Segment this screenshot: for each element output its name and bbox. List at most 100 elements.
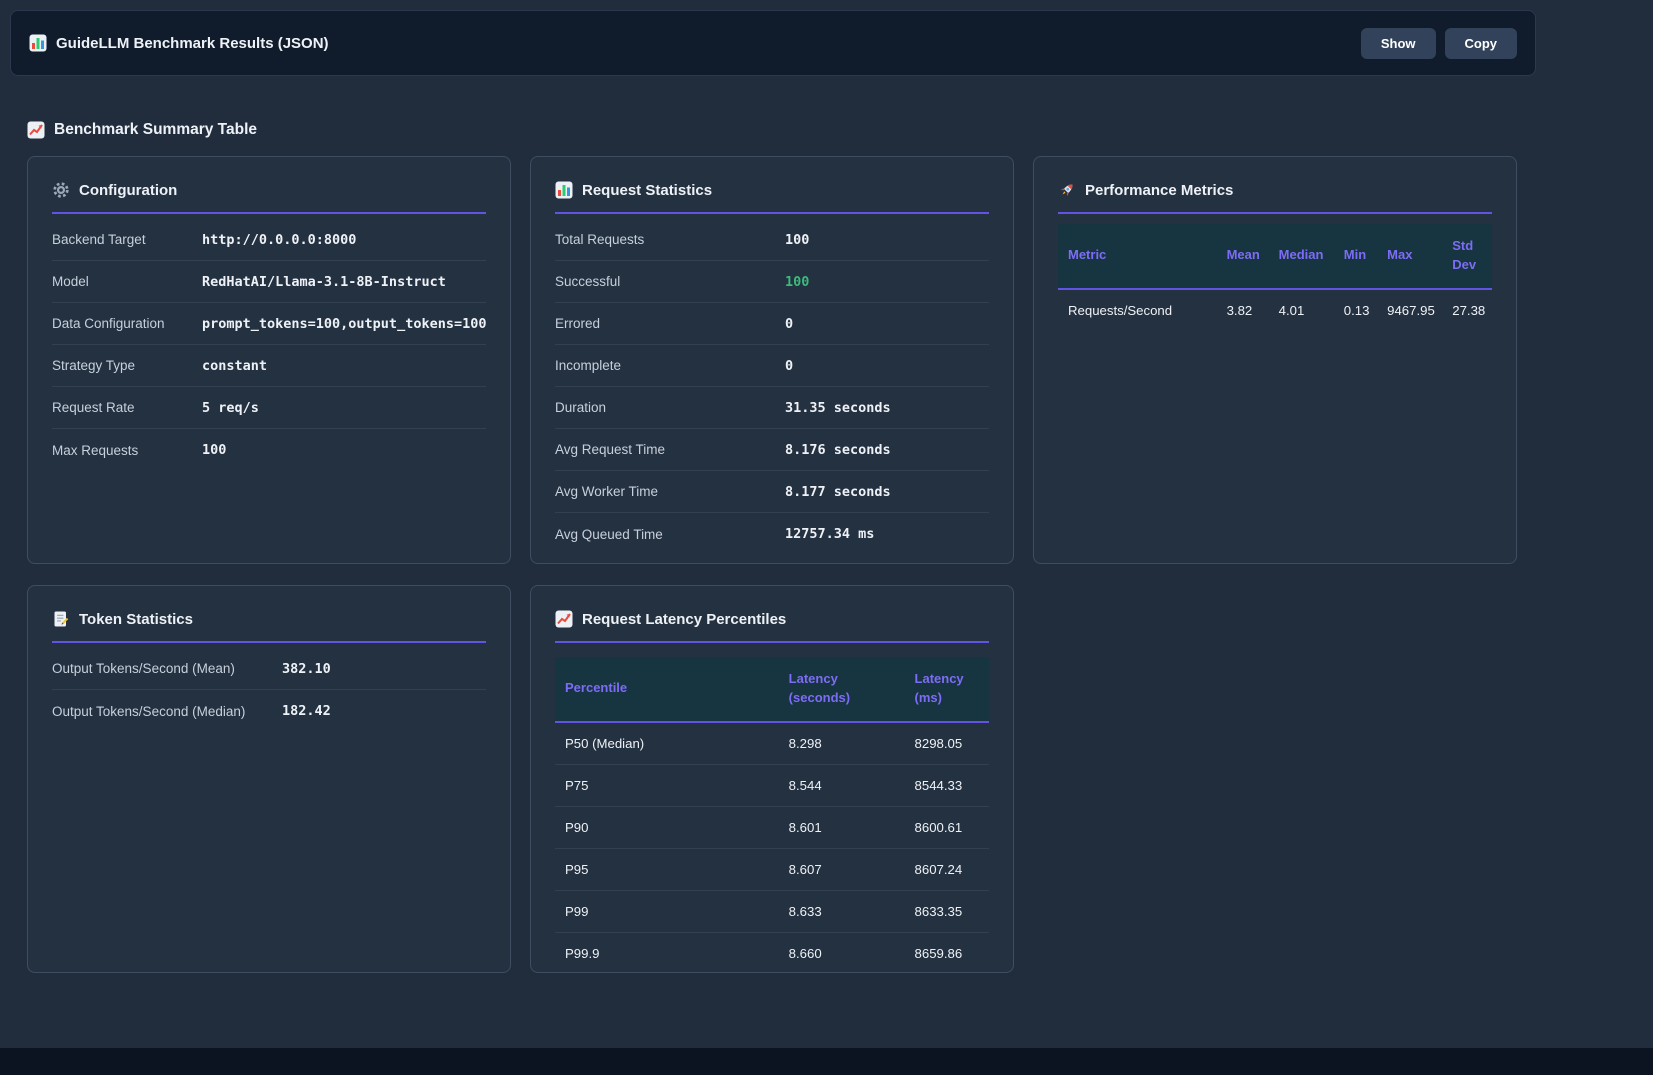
stat-row: Successful 100 bbox=[555, 261, 989, 303]
section-title: Benchmark Summary Table bbox=[27, 121, 1653, 139]
stat-value-success: 100 bbox=[785, 274, 809, 290]
token-value: 182.42 bbox=[282, 703, 331, 719]
table-row: Requests/Second 3.82 4.01 0.13 9467.95 2… bbox=[1058, 289, 1492, 331]
column-header-latency-ms: Latency (ms) bbox=[907, 657, 989, 722]
config-label: Request Rate bbox=[52, 400, 202, 415]
cell-percentile: P50 (Median) bbox=[555, 722, 781, 765]
config-value: 100 bbox=[202, 442, 226, 458]
token-row: Output Tokens/Second (Median) 182.42 bbox=[52, 690, 486, 732]
cell-percentile: P99 bbox=[555, 890, 781, 932]
cell-latency-seconds: 8.298 bbox=[781, 722, 907, 765]
column-header-percentile: Percentile bbox=[555, 657, 781, 722]
latency-percentiles-card: Request Latency Percentiles Percentile L… bbox=[530, 585, 1014, 973]
cell-latency-ms: 8607.24 bbox=[907, 848, 989, 890]
token-statistics-card-title: Token Statistics bbox=[79, 611, 193, 628]
column-header-std-dev: Std Dev bbox=[1444, 224, 1492, 289]
cell-percentile: P99.9 bbox=[555, 932, 781, 973]
stat-value: 31.35 seconds bbox=[785, 400, 891, 416]
stat-label: Successful bbox=[555, 274, 785, 289]
token-row: Output Tokens/Second (Mean) 382.10 bbox=[52, 648, 486, 690]
stat-value: 8.177 seconds bbox=[785, 484, 891, 500]
token-statistics-rows: Output Tokens/Second (Mean) 382.10 Outpu… bbox=[52, 648, 486, 732]
performance-metrics-card: Performance Metrics Metric Mean Median M… bbox=[1033, 156, 1517, 564]
latency-percentiles-card-title: Request Latency Percentiles bbox=[582, 611, 786, 628]
token-statistics-card: Token Statistics Output Tokens/Second (M… bbox=[27, 585, 511, 973]
token-statistics-card-header: Token Statistics bbox=[52, 602, 486, 643]
stat-row: Errored 0 bbox=[555, 303, 989, 345]
performance-metrics-card-title: Performance Metrics bbox=[1085, 182, 1233, 199]
cell-latency-seconds: 8.660 bbox=[781, 932, 907, 973]
cell-latency-ms: 8600.61 bbox=[907, 806, 989, 848]
config-value: RedHatAI/Llama-3.1-8B-Instruct bbox=[202, 274, 446, 290]
stat-row: Avg Worker Time 8.177 seconds bbox=[555, 471, 989, 513]
config-value: http://0.0.0.0:8000 bbox=[202, 232, 356, 248]
performance-metrics-table: Metric Mean Median Min Max Std Dev Reque… bbox=[1058, 224, 1492, 331]
config-row: Data Configuration prompt_tokens=100,out… bbox=[52, 303, 486, 345]
config-label: Data Configuration bbox=[52, 316, 202, 331]
latency-percentiles-card-header: Request Latency Percentiles bbox=[555, 602, 989, 643]
topbar: GuideLLM Benchmark Results (JSON) Show C… bbox=[10, 10, 1536, 76]
page: GuideLLM Benchmark Results (JSON) Show C… bbox=[0, 0, 1653, 1048]
stat-label: Avg Worker Time bbox=[555, 484, 785, 499]
config-value: constant bbox=[202, 358, 267, 374]
request-statistics-card: Request Statistics Total Requests 100 Su… bbox=[530, 156, 1014, 564]
column-header-max: Max bbox=[1379, 224, 1444, 289]
stat-value: 0 bbox=[785, 316, 793, 332]
config-label: Max Requests bbox=[52, 443, 202, 458]
performance-metrics-card-header: Performance Metrics bbox=[1058, 173, 1492, 214]
configuration-card-title: Configuration bbox=[79, 182, 177, 199]
memo-icon bbox=[52, 610, 70, 628]
cell-median: 4.01 bbox=[1271, 289, 1336, 331]
bottom-strip bbox=[0, 1048, 1653, 1075]
cell-latency-ms: 8633.35 bbox=[907, 890, 989, 932]
token-value: 382.10 bbox=[282, 661, 331, 677]
table-row: P75 8.544 8544.33 bbox=[555, 764, 989, 806]
config-value: prompt_tokens=100,output_tokens=100 bbox=[202, 316, 486, 332]
request-statistics-rows: Total Requests 100 Successful 100 Errore… bbox=[555, 219, 989, 555]
table-row: P99.9 8.660 8659.86 bbox=[555, 932, 989, 973]
copy-button[interactable]: Copy bbox=[1445, 28, 1518, 59]
show-button[interactable]: Show bbox=[1361, 28, 1436, 59]
column-header-mean: Mean bbox=[1219, 224, 1271, 289]
cell-latency-seconds: 8.633 bbox=[781, 890, 907, 932]
cell-latency-ms: 8659.86 bbox=[907, 932, 989, 973]
stat-value: 12757.34 ms bbox=[785, 526, 874, 542]
cell-latency-seconds: 8.544 bbox=[781, 764, 907, 806]
cell-percentile: P75 bbox=[555, 764, 781, 806]
bar-chart-icon bbox=[555, 181, 573, 199]
table-row: P90 8.601 8600.61 bbox=[555, 806, 989, 848]
cell-latency-ms: 8298.05 bbox=[907, 722, 989, 765]
chart-increasing-icon bbox=[555, 610, 573, 628]
table-row: P50 (Median) 8.298 8298.05 bbox=[555, 722, 989, 765]
cell-percentile: P90 bbox=[555, 806, 781, 848]
stat-row: Total Requests 100 bbox=[555, 219, 989, 261]
configuration-rows: Backend Target http://0.0.0.0:8000 Model… bbox=[52, 219, 486, 471]
section-title-text: Benchmark Summary Table bbox=[54, 121, 257, 139]
rocket-icon bbox=[1058, 181, 1076, 199]
config-value: 5 req/s bbox=[202, 400, 259, 416]
gear-icon bbox=[52, 181, 70, 199]
cell-metric: Requests/Second bbox=[1058, 289, 1219, 331]
column-header-latency-seconds: Latency (seconds) bbox=[781, 657, 907, 722]
cell-percentile: P95 bbox=[555, 848, 781, 890]
table-header-row: Percentile Latency (seconds) Latency (ms… bbox=[555, 657, 989, 722]
topbar-actions: Show Copy bbox=[1361, 28, 1517, 59]
stat-label: Avg Queued Time bbox=[555, 527, 785, 542]
cell-latency-seconds: 8.607 bbox=[781, 848, 907, 890]
table-row: P95 8.607 8607.24 bbox=[555, 848, 989, 890]
stat-label: Avg Request Time bbox=[555, 442, 785, 457]
config-row: Model RedHatAI/Llama-3.1-8B-Instruct bbox=[52, 261, 486, 303]
stat-label: Total Requests bbox=[555, 232, 785, 247]
request-statistics-card-title: Request Statistics bbox=[582, 182, 712, 199]
cell-mean: 3.82 bbox=[1219, 289, 1271, 331]
cards-grid: Configuration Backend Target http://0.0.… bbox=[27, 156, 1517, 973]
config-row: Backend Target http://0.0.0.0:8000 bbox=[52, 219, 486, 261]
stat-label: Errored bbox=[555, 316, 785, 331]
cell-max: 9467.95 bbox=[1379, 289, 1444, 331]
request-statistics-card-header: Request Statistics bbox=[555, 173, 989, 214]
config-row: Max Requests 100 bbox=[52, 429, 486, 471]
config-row: Request Rate 5 req/s bbox=[52, 387, 486, 429]
cell-latency-seconds: 8.601 bbox=[781, 806, 907, 848]
topbar-title: GuideLLM Benchmark Results (JSON) bbox=[29, 34, 329, 52]
stat-value: 100 bbox=[785, 232, 809, 248]
